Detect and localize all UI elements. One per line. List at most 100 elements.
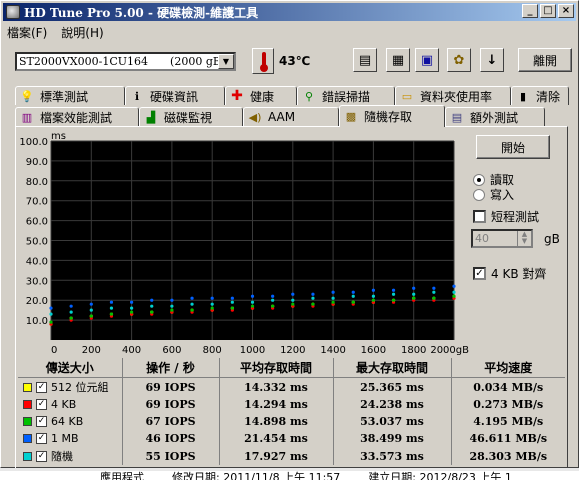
- y-axis-label: ms: [51, 131, 66, 142]
- spinner-arrows-icon[interactable]: ▲ ▼: [517, 231, 531, 246]
- y-tick-label: 30.0: [26, 276, 48, 287]
- scatter-point: [351, 294, 355, 298]
- row-checkbox[interactable]: ✓: [36, 433, 47, 444]
- radio-write-indicator[interactable]: [473, 188, 485, 201]
- menu-file[interactable]: 檔案(F): [5, 23, 49, 41]
- tab-error-scan[interactable]: ⚲ 錯誤掃描: [297, 86, 395, 105]
- chevron-down-icon[interactable]: ▼: [218, 54, 234, 69]
- tab-row-top: 💡 標準測試 ℹ 硬碟資訊 ✚ 健康 ⚲ 錯誤掃描 ▭ 資料夾使用率 ▮ 清除: [15, 86, 569, 105]
- scatter-point: [210, 306, 214, 310]
- table-row: ✓ 1 MB 46 IOPS 21.454 ms 38.499 ms 46.611 MB/…: [18, 430, 565, 447]
- scatter-point: [250, 304, 255, 308]
- minimize-button[interactable]: _: [522, 4, 538, 18]
- copy-info-icon[interactable]: ▤: [353, 48, 377, 72]
- row-label: 512 位元組: [51, 381, 109, 394]
- tab-file-benchmark[interactable]: ▥ 檔案效能測試: [15, 107, 139, 126]
- down-arrow-icon[interactable]: ↓: [480, 48, 504, 72]
- row-checkbox[interactable]: ✓: [36, 399, 47, 410]
- tab-folder-usage[interactable]: ▭ 資料夾使用率: [395, 86, 511, 105]
- row-checkbox[interactable]: ✓: [36, 450, 47, 462]
- scatter-point: [271, 294, 275, 298]
- y-tick-labels: 10.0 20.0 30.0 40.0 50.0 60.0 70.0 80.0 90.0 100.…: [19, 137, 48, 327]
- tab-benchmark[interactable]: 💡 標準測試: [15, 86, 125, 105]
- scatter-point: [432, 290, 436, 294]
- tab-erase[interactable]: ▮ 清除: [511, 86, 569, 105]
- title-bar[interactable]: HD Tune Pro 5.00 - 硬碟檢測-維護工具 _ □ ×: [3, 3, 576, 21]
- write-radio[interactable]: 寫入: [473, 186, 514, 203]
- max-access-cell: 53.037 ms: [332, 413, 451, 430]
- copy-screenshot-icon[interactable]: ▦: [386, 48, 410, 72]
- row-label-cell: ✓ 1 MB: [18, 430, 122, 447]
- tab-random-access[interactable]: ▩ 隨機存取: [339, 105, 445, 127]
- short-test-unit: gB: [544, 232, 560, 246]
- radio-read-indicator[interactable]: [473, 173, 485, 186]
- tab-disk-monitor[interactable]: ▟ 磁碟監視: [139, 107, 243, 126]
- scatter-point: [49, 312, 53, 316]
- x-tick-label: 400: [122, 345, 141, 356]
- app-window: HD Tune Pro 5.00 - 硬碟檢測-維護工具 _ □ × 檔案(F)…: [0, 0, 579, 469]
- scatter-point: [130, 306, 134, 310]
- avg-speed-cell: 28.303 MB/s: [450, 447, 565, 465]
- row-label: 1 MB: [51, 432, 79, 445]
- scatter-point: [69, 304, 73, 308]
- short-test-size-spinner[interactable]: 40 ▲ ▼: [471, 229, 533, 248]
- thermometer-icon[interactable]: [252, 48, 274, 74]
- scatter-point: [250, 294, 255, 298]
- temperature-readout: 43℃: [279, 54, 311, 68]
- scatter-point: [230, 300, 234, 304]
- background-window: 應用程式 修改日期: 2011/11/8 上午 11:57 建立日期: 2012…: [0, 468, 579, 480]
- scatter-point: [391, 288, 396, 292]
- menu-help[interactable]: 說明(H): [59, 23, 105, 41]
- x-tick-label: 1000: [240, 345, 265, 356]
- header-transfer-size: 傳送大小: [18, 358, 122, 378]
- header-max-access: 最大存取時間: [332, 358, 451, 378]
- tab-info[interactable]: ℹ 硬碟資訊: [125, 86, 225, 105]
- y-tick-label: 50.0: [26, 237, 48, 248]
- scatter-point: [391, 292, 396, 296]
- scatter-point: [89, 308, 93, 312]
- drive-select[interactable]: ST2000VX000-1CU164 (2000 gB) ▼: [15, 52, 236, 71]
- maximize-button[interactable]: □: [540, 4, 556, 18]
- tab-health[interactable]: ✚ 健康: [225, 86, 297, 105]
- y-tick-label: 90.0: [26, 157, 48, 168]
- chart-svg: ms 10.020.030.040.050.060.070.080.090.01…: [19, 131, 469, 356]
- y-tick-label: 20.0: [26, 296, 48, 307]
- health-cross-icon: ✚: [231, 88, 243, 104]
- app-icon: [6, 5, 20, 19]
- bg-fragment-1: 應用程式: [100, 471, 144, 480]
- max-access-cell: 24.238 ms: [332, 396, 451, 413]
- scatter-point: [150, 298, 154, 302]
- options-icon[interactable]: ✿: [447, 48, 471, 72]
- align-4kb-checkbox[interactable]: ✓ 4 KB 對齊: [473, 265, 546, 282]
- short-test-box[interactable]: [473, 210, 486, 223]
- scatter-point: [170, 298, 174, 302]
- start-button[interactable]: 開始: [476, 135, 550, 159]
- close-button[interactable]: ×: [558, 4, 574, 18]
- short-test-checkbox[interactable]: 短程測試: [473, 208, 539, 225]
- scatter-point: [371, 288, 375, 292]
- tab-aam[interactable]: ◀) AAM: [243, 107, 339, 126]
- row-checkbox[interactable]: ✓: [36, 416, 47, 427]
- row-checkbox[interactable]: ✓: [36, 381, 47, 393]
- scatter-point: [230, 306, 234, 310]
- lightbulb-icon: 💡: [20, 89, 34, 103]
- header-ops-per-sec: 操作 / 秒: [121, 358, 219, 378]
- header-avg-speed: 平均速度: [450, 358, 565, 378]
- window-title: HD Tune Pro 5.00 - 硬碟檢測-維護工具: [24, 5, 259, 20]
- tab-extra-tests[interactable]: ▤ 額外測試: [445, 107, 545, 126]
- ops-cell: 46 IOPS: [121, 430, 219, 447]
- toolbar: ST2000VX000-1CU164 (2000 gB) ▼ 43℃ ▤ ▦ ▣…: [1, 43, 579, 75]
- scatter-point: [432, 296, 436, 300]
- save-icon[interactable]: ▣: [415, 48, 439, 72]
- scatter-point: [49, 320, 53, 324]
- row-label-cell: ✓ 隨機: [18, 447, 122, 465]
- bg-fragment-2: 修改日期: 2011/11/8 上午 11:57: [172, 471, 341, 480]
- scatter-point: [452, 294, 456, 298]
- scatter-point: [190, 308, 194, 312]
- scatter-point: [109, 306, 114, 310]
- scatter-point: [210, 302, 214, 306]
- avg-speed-cell: 0.273 MB/s: [450, 396, 565, 413]
- scatter-point: [170, 308, 174, 312]
- exit-button[interactable]: 離開: [518, 48, 572, 72]
- align-4kb-box[interactable]: ✓: [473, 267, 486, 280]
